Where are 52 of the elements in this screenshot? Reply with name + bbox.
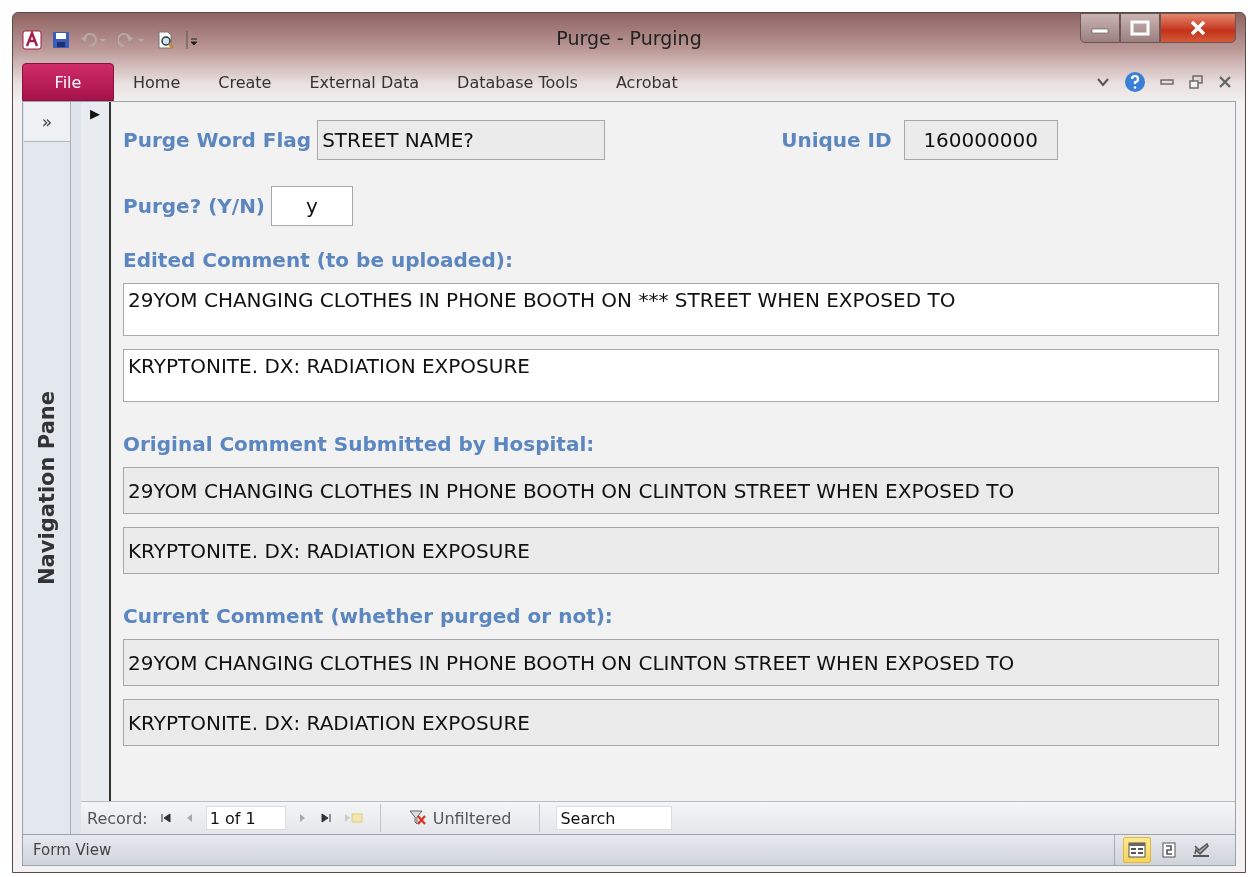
comment-field[interactable]: KRYPTONITE. DX: RADIATION EXPOSURE [123, 349, 1219, 402]
unique-id-field[interactable]: 160000000 [903, 120, 1058, 160]
maximize-button[interactable] [1120, 13, 1160, 43]
expand-pane-button[interactable]: » [24, 102, 70, 142]
section-label: Current Comment (whether purged or not): [123, 604, 614, 628]
file-tab[interactable]: File [22, 63, 114, 101]
comment-field[interactable]: KRYPTONITE. DX: RADIATION EXPOSURE [123, 699, 1219, 746]
comment-field[interactable]: 29YOM CHANGING CLOTHES IN PHONE BOOTH ON CLINTON STREET WHEN EXPOSED TO [123, 467, 1219, 514]
field-label: Purge? (Y/N) [123, 194, 265, 218]
minimize-icon[interactable] [1160, 78, 1174, 86]
app-logo-icon[interactable] [22, 30, 42, 50]
ribbon-tab[interactable]: Home [114, 63, 200, 101]
ribbon-tab[interactable]: Create [199, 63, 291, 101]
field-label: Unique ID [781, 128, 892, 152]
customize-menu-icon[interactable] [186, 31, 198, 49]
print-preview-icon[interactable] [156, 30, 176, 50]
purge-word-flag-field[interactable]: STREET NAME? [317, 120, 606, 160]
record-label: Record: [87, 808, 148, 828]
maximize-icon [1130, 20, 1150, 36]
last-record-icon[interactable] [319, 812, 332, 824]
status-text: Form View [33, 841, 112, 859]
close-icon[interactable] [1218, 75, 1232, 89]
form-view-button[interactable] [1123, 837, 1151, 863]
help-icon[interactable] [1124, 71, 1146, 93]
record-position-field[interactable]: 1 of 1 [205, 806, 286, 830]
section-label: Original Comment Submitted by Hospital: [123, 432, 596, 456]
window-title: Purge - Purging [556, 27, 702, 49]
navigation-pane[interactable]: » Navigation Pane [24, 102, 71, 834]
comment-field[interactable]: 29YOM CHANGING CLOTHES IN PHONE BOOTH ON CLINTON STREET WHEN EXPOSED TO [123, 639, 1219, 686]
record-selector[interactable]: ▶ [81, 102, 111, 801]
section-label: Edited Comment (to be uploaded): [123, 248, 514, 272]
save-icon[interactable] [52, 31, 70, 49]
ribbon-tab[interactable]: External Data [290, 63, 439, 101]
form-icon [1128, 842, 1146, 858]
current-record-marker: ▶ [90, 106, 100, 121]
search-field[interactable]: Search [556, 806, 673, 830]
close-button[interactable] [1160, 13, 1236, 43]
navigation-pane-label: Navigation Pane [35, 391, 59, 585]
comment-field[interactable]: 29YOM CHANGING CLOTHES IN PHONE BOOTH ON *** STREET WHEN EXPOSED TO [123, 283, 1219, 336]
first-record-icon[interactable] [159, 812, 172, 824]
layout-icon [1161, 842, 1177, 858]
design-icon [1192, 842, 1210, 858]
purge-field[interactable]: y [271, 186, 353, 226]
ribbon-tab[interactable]: Acrobat [596, 63, 697, 101]
filter-toggle-button[interactable]: Unfiltered [396, 808, 524, 828]
comment-field[interactable]: KRYPTONITE. DX: RADIATION EXPOSURE [123, 527, 1219, 574]
no-filter-icon [408, 810, 427, 826]
ribbon-tab[interactable]: Database Tools [438, 63, 597, 101]
minimize-button[interactable] [1080, 13, 1120, 43]
field-label: Purge Word Flag [123, 128, 312, 152]
collapse-ribbon-icon[interactable] [1096, 76, 1110, 88]
restore-icon[interactable] [1188, 74, 1204, 90]
